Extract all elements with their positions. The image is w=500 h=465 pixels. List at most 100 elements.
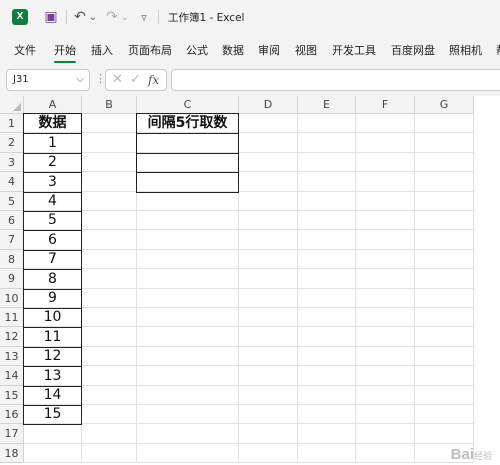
- cell-d16[interactable]: [239, 405, 298, 424]
- row-header-16[interactable]: 16: [0, 405, 24, 424]
- cell-d4[interactable]: [239, 172, 298, 192]
- cell-f10[interactable]: [356, 289, 415, 308]
- tab-0[interactable]: 文件: [14, 42, 36, 58]
- data-cell-a5[interactable]: 4: [23, 192, 82, 212]
- cell-e6[interactable]: [298, 211, 356, 230]
- cell-g9[interactable]: [415, 269, 474, 289]
- cell-b15[interactable]: [82, 386, 137, 405]
- data-cell-a14[interactable]: 13: [23, 366, 82, 387]
- tab-2[interactable]: 插入: [91, 42, 113, 58]
- cell-d11[interactable]: [239, 308, 298, 327]
- cell-e16[interactable]: [298, 405, 356, 424]
- column-header-g[interactable]: G: [415, 96, 474, 114]
- tab-9[interactable]: 百度网盘: [391, 42, 435, 58]
- column-header-d[interactable]: D: [239, 96, 298, 114]
- cell-g14[interactable]: [415, 366, 474, 386]
- cell-e10[interactable]: [298, 289, 356, 308]
- cell-f16[interactable]: [356, 405, 415, 424]
- cell-a18[interactable]: [24, 444, 82, 463]
- cell-d6[interactable]: [239, 211, 298, 230]
- row-header-9[interactable]: 9: [0, 269, 24, 289]
- cell-e17[interactable]: [298, 424, 356, 444]
- tab-7[interactable]: 视图: [295, 42, 317, 58]
- cell-e5[interactable]: [298, 192, 356, 211]
- cell-f17[interactable]: [356, 424, 415, 444]
- row-header-17[interactable]: 17: [0, 424, 24, 444]
- data-cell-a2[interactable]: 1: [23, 133, 82, 154]
- data-cell-c2[interactable]: [136, 133, 239, 154]
- select-all-button[interactable]: [0, 96, 24, 114]
- cell-b7[interactable]: [82, 230, 137, 250]
- data-cell-a16[interactable]: 15: [23, 405, 82, 425]
- data-cell-a6[interactable]: 5: [23, 211, 82, 231]
- chevron-down-icon[interactable]: ⌵: [76, 70, 84, 90]
- enter-icon[interactable]: ✓: [130, 72, 141, 87]
- redo-icon[interactable]: ↷: [104, 8, 120, 26]
- cell-e7[interactable]: [298, 230, 356, 250]
- cell-f8[interactable]: [356, 250, 415, 269]
- cell-e8[interactable]: [298, 250, 356, 269]
- column-header-f[interactable]: F: [356, 96, 415, 114]
- cell-b1[interactable]: [82, 114, 137, 133]
- row-header-7[interactable]: 7: [0, 230, 24, 250]
- row-header-11[interactable]: 11: [0, 308, 24, 327]
- column-header-a[interactable]: A: [24, 96, 82, 114]
- cell-b10[interactable]: [82, 289, 137, 308]
- cell-c10[interactable]: [137, 289, 239, 308]
- cell-g8[interactable]: [415, 250, 474, 269]
- cell-d14[interactable]: [239, 366, 298, 386]
- cell-d7[interactable]: [239, 230, 298, 250]
- cell-f7[interactable]: [356, 230, 415, 250]
- cell-f5[interactable]: [356, 192, 415, 211]
- cell-d13[interactable]: [239, 347, 298, 366]
- cell-b12[interactable]: [82, 327, 137, 347]
- save-icon[interactable]: ▣: [42, 8, 60, 26]
- cell-d10[interactable]: [239, 289, 298, 308]
- cell-b11[interactable]: [82, 308, 137, 327]
- cell-d1[interactable]: [239, 114, 298, 133]
- cell-d9[interactable]: [239, 269, 298, 289]
- spreadsheet-grid[interactable]: ABCDEFG 1 2 3 4 5 6 7 8 9 10 11 12 13 14 15 16 17 18 数据 1 2…: [0, 96, 500, 465]
- data-cell-a10[interactable]: 9: [23, 289, 82, 309]
- tab-5[interactable]: 数据: [222, 42, 244, 58]
- data-cell-a13[interactable]: 12: [23, 347, 82, 367]
- cell-e12[interactable]: [298, 327, 356, 347]
- cell-c14[interactable]: [137, 366, 239, 386]
- name-box[interactable]: J31 ⌵: [6, 69, 90, 91]
- data-cell-c3[interactable]: [136, 153, 239, 173]
- cell-b9[interactable]: [82, 269, 137, 289]
- cell-c18[interactable]: [137, 444, 239, 463]
- row-header-1[interactable]: 1: [0, 114, 24, 133]
- cell-c5[interactable]: [137, 192, 239, 211]
- cell-f3[interactable]: [356, 153, 415, 172]
- cell-b18[interactable]: [82, 444, 137, 463]
- customize-toolbar-icon[interactable]: ▿: [138, 8, 150, 26]
- data-cell-a1[interactable]: 数据: [23, 113, 82, 134]
- cell-g2[interactable]: [415, 133, 474, 153]
- cell-b2[interactable]: [82, 133, 137, 153]
- cell-b13[interactable]: [82, 347, 137, 366]
- row-header-3[interactable]: 3: [0, 153, 24, 172]
- cell-d3[interactable]: [239, 153, 298, 172]
- cell-b8[interactable]: [82, 250, 137, 269]
- row-header-4[interactable]: 4: [0, 172, 24, 192]
- cell-b17[interactable]: [82, 424, 137, 444]
- cell-e4[interactable]: [298, 172, 356, 192]
- cell-c9[interactable]: [137, 269, 239, 289]
- redo-dropdown-icon[interactable]: ⌄: [120, 8, 130, 26]
- cell-b14[interactable]: [82, 366, 137, 386]
- row-header-8[interactable]: 8: [0, 250, 24, 269]
- cell-g12[interactable]: [415, 327, 474, 347]
- cell-f9[interactable]: [356, 269, 415, 289]
- data-cell-a9[interactable]: 8: [23, 269, 82, 290]
- cell-c15[interactable]: [137, 386, 239, 405]
- cell-g6[interactable]: [415, 211, 474, 230]
- data-cell-a11[interactable]: 10: [23, 308, 82, 328]
- column-header-e[interactable]: E: [298, 96, 356, 114]
- cell-c6[interactable]: [137, 211, 239, 230]
- cell-g17[interactable]: [415, 424, 474, 444]
- insert-function-icon[interactable]: fx: [148, 73, 159, 87]
- cell-c8[interactable]: [137, 250, 239, 269]
- tab-6[interactable]: 审阅: [258, 42, 280, 58]
- row-header-5[interactable]: 5: [0, 192, 24, 211]
